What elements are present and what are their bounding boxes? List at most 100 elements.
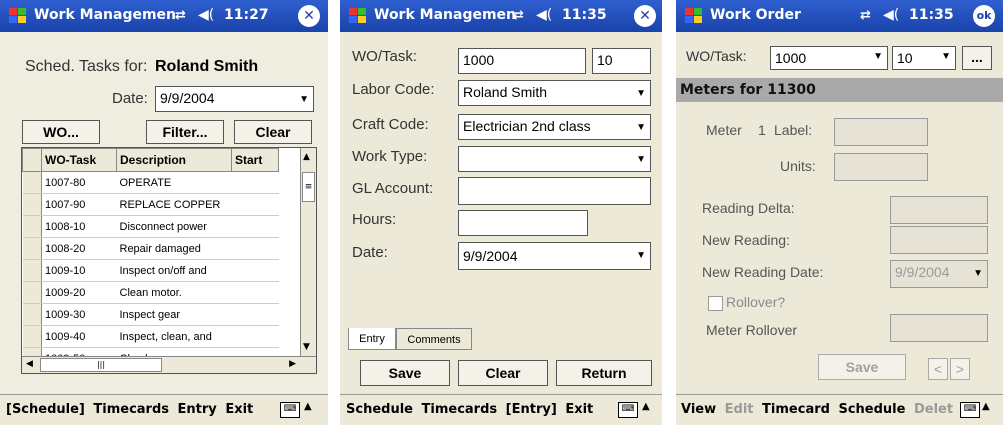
menu-schedule[interactable]: Schedule <box>838 402 905 417</box>
menu-timecard[interactable]: Timecard <box>762 402 830 417</box>
filter-button[interactable]: Filter... <box>146 120 224 144</box>
labor-code-dropdown[interactable]: Roland Smith ▼ <box>458 80 651 106</box>
row-selector[interactable] <box>22 303 42 326</box>
wo-dropdown[interactable]: 1000 ▼ <box>770 46 888 70</box>
work-type-dropdown[interactable]: ▼ <box>458 146 651 172</box>
menu-delete[interactable]: Delet <box>914 402 953 417</box>
row-selector[interactable] <box>22 193 42 216</box>
prev-button[interactable]: < <box>928 358 948 380</box>
row-selector[interactable] <box>22 325 42 348</box>
scroll-down-icon[interactable]: ▼ <box>303 342 310 352</box>
work-order-screen: Work Order ⇄ ◀︎( 11:35 ok WO/Task: 1000 … <box>676 0 1003 425</box>
cell-start <box>231 171 279 194</box>
next-button[interactable]: > <box>950 358 970 380</box>
input-panel-up-icon[interactable]: ▲ <box>982 401 990 412</box>
vertical-scrollbar[interactable]: ▲ ≡ ▼ <box>300 148 316 356</box>
table-row[interactable]: 1007-90 REPLACE COPPER <box>22 193 279 216</box>
save-button[interactable]: Save <box>360 360 450 386</box>
menu-exit[interactable]: Exit <box>565 402 593 417</box>
speaker-icon[interactable]: ◀︎( <box>198 7 214 23</box>
row-selector[interactable] <box>22 281 42 304</box>
column-header-start[interactable]: Start <box>231 148 279 172</box>
save-button[interactable]: Save <box>818 354 906 380</box>
table-row[interactable]: 1009-40 Inspect, clean, and <box>22 325 279 348</box>
ok-icon[interactable]: ok <box>973 5 995 27</box>
menu-edit[interactable]: Edit <box>725 402 754 417</box>
close-icon[interactable]: ✕ <box>634 5 656 27</box>
menu-entry[interactable]: Entry <box>178 402 217 417</box>
row-selector-header <box>22 148 42 172</box>
connectivity-icon[interactable]: ⇄ <box>860 8 871 23</box>
time-entry-screen: Work Managemen ⇄ ◀︎( 11:35 ✕ WO/Task: 10… <box>340 0 662 425</box>
table-row[interactable]: 1008-10 Disconnect power <box>22 215 279 238</box>
column-header-wo-task[interactable]: WO-Task <box>41 148 117 172</box>
tab-comments[interactable]: Comments <box>396 328 472 350</box>
scroll-up-icon[interactable]: ▲ <box>303 152 310 162</box>
menu-bar: [Schedule] Timecards Entry Exit ⌨ ▲ <box>0 394 328 425</box>
menu-entry[interactable]: [Entry] <box>506 402 557 417</box>
wo-button[interactable]: WO... <box>22 120 100 144</box>
return-button[interactable]: Return <box>556 360 652 386</box>
title-bar: Work Order ⇄ ◀︎( 11:35 ok <box>676 0 1003 32</box>
chevron-down-icon: ▼ <box>636 122 646 133</box>
menu-exit[interactable]: Exit <box>225 402 253 417</box>
windows-start-icon[interactable] <box>347 5 369 27</box>
input-panel-up-icon[interactable]: ▲ <box>642 401 650 412</box>
clock[interactable]: 11:35 <box>562 7 607 23</box>
hours-field[interactable] <box>458 210 588 236</box>
clear-button[interactable]: Clear <box>458 360 548 386</box>
table-row[interactable]: 1008-20 Repair damaged <box>22 237 279 260</box>
clock[interactable]: 11:35 <box>909 7 954 23</box>
input-panel-up-icon[interactable]: ▲ <box>304 401 312 412</box>
wo-field[interactable]: 1000 <box>458 48 586 74</box>
table-row[interactable]: 1007-80 OPERATE <box>22 171 279 194</box>
table-row[interactable]: 1009-20 Clean motor. <box>22 281 279 304</box>
meter-rollover-label: Meter Rollover <box>706 322 798 338</box>
task-field[interactable]: 10 <box>592 48 651 74</box>
horizontal-scroll-thumb[interactable]: ||| <box>40 358 162 372</box>
speaker-icon[interactable]: ◀︎( <box>883 7 899 23</box>
keyboard-icon[interactable]: ⌨ <box>618 402 638 418</box>
tab-entry[interactable]: Entry <box>348 328 396 350</box>
row-selector[interactable] <box>22 259 42 282</box>
menu-bar: View Edit Timecard Schedule Delet ⌨ ▲ <box>676 394 1003 425</box>
date-dropdown[interactable]: 9/9/2004 ▼ <box>458 242 651 270</box>
more-button[interactable]: ... <box>962 46 992 70</box>
new-reading-field[interactable] <box>890 226 988 254</box>
chevron-down-icon: ▼ <box>299 94 309 105</box>
connectivity-icon[interactable]: ⇄ <box>175 8 186 23</box>
connectivity-icon[interactable]: ⇄ <box>513 8 524 23</box>
rollover-checkbox[interactable] <box>708 296 723 311</box>
keyboard-icon[interactable]: ⌨ <box>280 402 300 418</box>
row-selector[interactable] <box>22 237 42 260</box>
windows-start-icon[interactable] <box>7 5 29 27</box>
table-row[interactable]: 1009-10 Inspect on/off and <box>22 259 279 282</box>
column-header-description[interactable]: Description <box>116 148 232 172</box>
table-row[interactable]: 1009-30 Inspect gear <box>22 303 279 326</box>
scroll-left-icon[interactable]: ◀ <box>26 359 33 369</box>
scroll-thumb[interactable]: ≡ <box>302 172 315 202</box>
menu-schedule[interactable]: [Schedule] <box>6 402 85 417</box>
date-dropdown[interactable]: 9/9/2004 ▼ <box>155 86 314 112</box>
clear-button[interactable]: Clear <box>234 120 312 144</box>
menu-timecards[interactable]: Timecards <box>93 402 169 417</box>
menu-timecards[interactable]: Timecards <box>422 402 498 417</box>
close-icon[interactable]: ✕ <box>298 5 320 27</box>
gl-account-field[interactable] <box>458 177 651 205</box>
craft-code-dropdown[interactable]: Electrician 2nd class ▼ <box>458 114 651 140</box>
row-selector[interactable] <box>22 171 42 194</box>
row-selector[interactable] <box>22 215 42 238</box>
clock[interactable]: 11:27 <box>224 7 269 23</box>
horizontal-scrollbar[interactable]: ◀ ||| ▶ <box>22 356 316 373</box>
windows-start-icon[interactable] <box>683 5 705 27</box>
menu-schedule[interactable]: Schedule <box>346 402 413 417</box>
speaker-icon[interactable]: ◀︎( <box>536 7 552 23</box>
scroll-right-icon[interactable]: ▶ <box>289 359 296 369</box>
menu-view[interactable]: View <box>681 402 716 417</box>
meter-label: Meter <box>706 122 742 138</box>
task-dropdown[interactable]: 10 ▼ <box>892 46 956 70</box>
new-reading-date-dropdown[interactable]: 9/9/2004 ▼ <box>890 260 988 288</box>
date-label: Date: <box>352 244 388 261</box>
content-area: WO/Task: 1000 ▼ 10 ▼ ... Meters for 1130… <box>676 32 1003 394</box>
keyboard-icon[interactable]: ⌨ <box>960 402 980 418</box>
